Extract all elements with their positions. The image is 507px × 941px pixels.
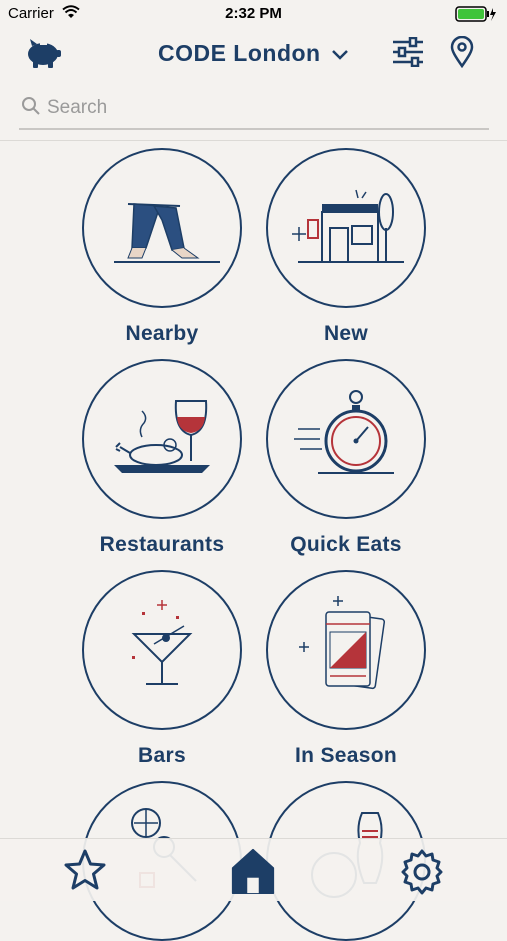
gear-icon[interactable] bbox=[397, 847, 447, 895]
quick-eats-circle[interactable] bbox=[266, 359, 426, 519]
top-bar: CODE London bbox=[0, 34, 507, 74]
martini-glass-icon bbox=[131, 600, 193, 685]
status-time: 2:32 PM bbox=[225, 5, 282, 22]
category-quick-eats[interactable]: Quick Eats bbox=[256, 359, 436, 557]
category-label[interactable]: Nearby bbox=[72, 322, 252, 346]
category-label[interactable]: Restaurants bbox=[72, 533, 252, 557]
restaurants-circle[interactable] bbox=[82, 359, 242, 519]
home-icon[interactable] bbox=[228, 847, 278, 895]
tickets-icon bbox=[299, 596, 386, 690]
walking-person-icon bbox=[114, 203, 220, 263]
location-pin-icon[interactable] bbox=[450, 36, 474, 68]
stopwatch-icon bbox=[294, 390, 394, 474]
category-label[interactable]: In Season bbox=[256, 744, 436, 768]
new-shop-icon bbox=[292, 189, 404, 263]
status-bar: Carrier 2:32 PM bbox=[0, 0, 507, 28]
dinner-plate-icon bbox=[114, 400, 210, 473]
search-bar[interactable] bbox=[19, 88, 489, 130]
category-label[interactable]: Quick Eats bbox=[256, 533, 436, 557]
category-label[interactable]: Bars bbox=[72, 744, 252, 768]
filter-icon[interactable] bbox=[392, 37, 424, 67]
category-label[interactable]: New bbox=[256, 322, 436, 346]
tab-bar bbox=[0, 838, 507, 901]
nearby-circle[interactable] bbox=[82, 148, 242, 308]
search-input[interactable] bbox=[45, 92, 469, 124]
chevron-down-icon[interactable] bbox=[331, 49, 349, 61]
star-icon[interactable] bbox=[60, 847, 110, 895]
new-circle[interactable] bbox=[266, 148, 426, 308]
category-in-season[interactable]: In Season bbox=[256, 570, 436, 768]
divider bbox=[0, 140, 507, 141]
category-nearby[interactable]: Nearby bbox=[72, 148, 252, 346]
category-bars[interactable]: Bars bbox=[72, 570, 252, 768]
in-season-circle[interactable] bbox=[266, 570, 426, 730]
city-picker[interactable]: CODE London bbox=[0, 40, 507, 67]
city-title[interactable]: CODE London bbox=[158, 40, 321, 66]
bars-circle[interactable] bbox=[82, 570, 242, 730]
category-restaurants[interactable]: Restaurants bbox=[72, 359, 252, 557]
search-icon bbox=[22, 97, 40, 115]
battery-icon bbox=[455, 6, 496, 22]
category-new[interactable]: New bbox=[256, 148, 436, 346]
